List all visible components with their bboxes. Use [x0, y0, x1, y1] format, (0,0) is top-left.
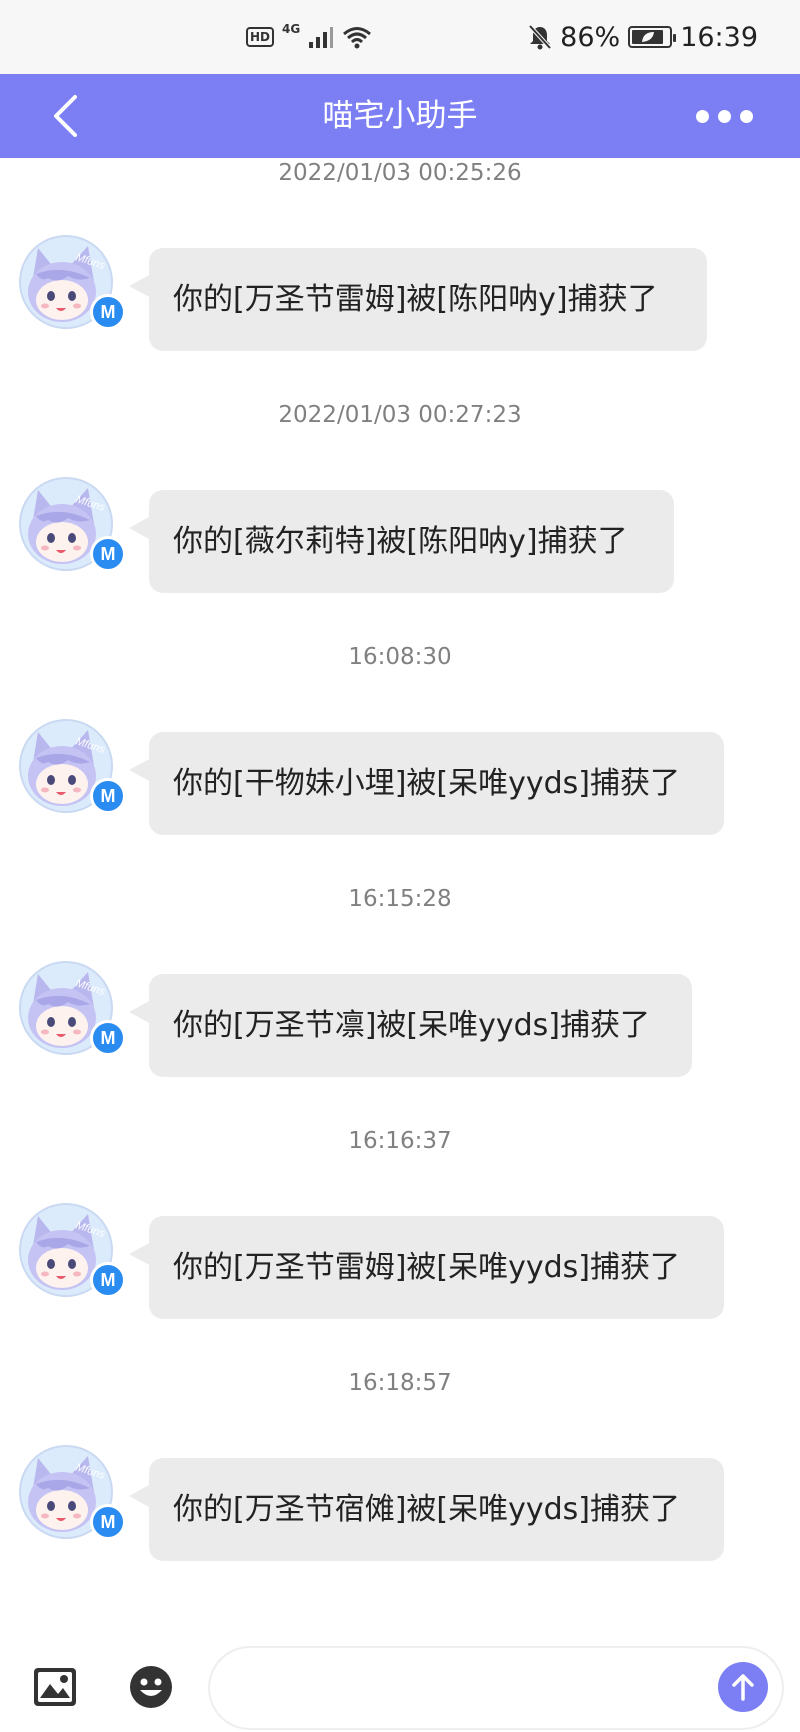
message-bubble[interactable]: 你的[万圣节雷姆]被[呆唯yyds]捕获了 [129, 1216, 724, 1319]
status-bar: HD 4G 86% 16:39 [0, 0, 800, 74]
chevron-left-icon [54, 95, 77, 137]
avatar[interactable]: Mfuns M [18, 476, 126, 572]
avatar[interactable]: Mfuns M [18, 960, 126, 1056]
wifi-icon [343, 27, 372, 49]
image-icon [34, 1668, 76, 1706]
message-timestamp: 16:18:57 [348, 1370, 452, 1396]
battery-percent: 86% [560, 21, 621, 53]
more-dots-icon [739, 109, 753, 123]
page-title: 喵宅小助手 [322, 98, 478, 134]
message-bubble[interactable]: 你的[干物妹小埋]被[呆唯yyds]捕获了 [129, 732, 724, 835]
network-type: 4G [282, 22, 301, 36]
avatar[interactable]: Mfuns M [18, 1202, 126, 1298]
send-button[interactable] [718, 1662, 768, 1712]
leaf-icon [641, 32, 654, 42]
more-dots-icon [717, 109, 731, 123]
battery-icon [628, 26, 677, 48]
m-badge-icon: M [90, 778, 126, 814]
more-button[interactable] [684, 94, 764, 138]
m-badge-icon: M [90, 1262, 126, 1298]
signal-icon [309, 27, 334, 48]
hd-icon: HD [246, 27, 275, 47]
send-arrow-icon [732, 1674, 754, 1701]
message-timestamp: 2022/01/03 00:25:26 [278, 160, 522, 186]
battery-level [632, 30, 664, 44]
avatar[interactable]: Mfuns M [18, 234, 126, 330]
emoji-button[interactable] [128, 1664, 174, 1710]
more-dots-icon [695, 109, 709, 123]
input-bar [0, 1632, 800, 1732]
clock: 16:39 [680, 21, 758, 53]
m-badge-icon: M [90, 536, 126, 572]
avatar[interactable]: Mfuns M [18, 718, 126, 814]
message-bubble[interactable]: 你的[万圣节宿傩]被[呆唯yyds]捕获了 [129, 1458, 724, 1561]
avatar[interactable]: Mfuns M [18, 1444, 126, 1540]
app-header: 喵宅小助手 [0, 74, 800, 158]
status-right: 86% 16:39 [528, 0, 758, 74]
message-bubble[interactable]: 你的[万圣节凛]被[呆唯yyds]捕获了 [129, 974, 692, 1077]
image-button[interactable] [32, 1664, 78, 1710]
back-button[interactable] [40, 88, 90, 144]
message-timestamp: 2022/01/03 00:27:23 [278, 402, 522, 428]
message-timestamp: 16:15:28 [348, 886, 452, 912]
message-timestamp: 16:08:30 [348, 644, 452, 670]
message-input[interactable] [208, 1646, 784, 1730]
mute-bell-icon [528, 24, 552, 50]
status-left: HD 4G [246, 0, 372, 74]
m-badge-icon: M [90, 1020, 126, 1056]
message-bubble[interactable]: 你的[薇尔莉特]被[陈阳呐y]捕获了 [129, 490, 674, 593]
emoji-icon [130, 1666, 172, 1708]
message-bubble[interactable]: 你的[万圣节雷姆]被[陈阳呐y]捕获了 [129, 248, 707, 351]
m-badge-icon: M [90, 1504, 126, 1540]
message-timestamp: 16:16:37 [348, 1128, 452, 1154]
m-badge-icon: M [90, 294, 126, 330]
